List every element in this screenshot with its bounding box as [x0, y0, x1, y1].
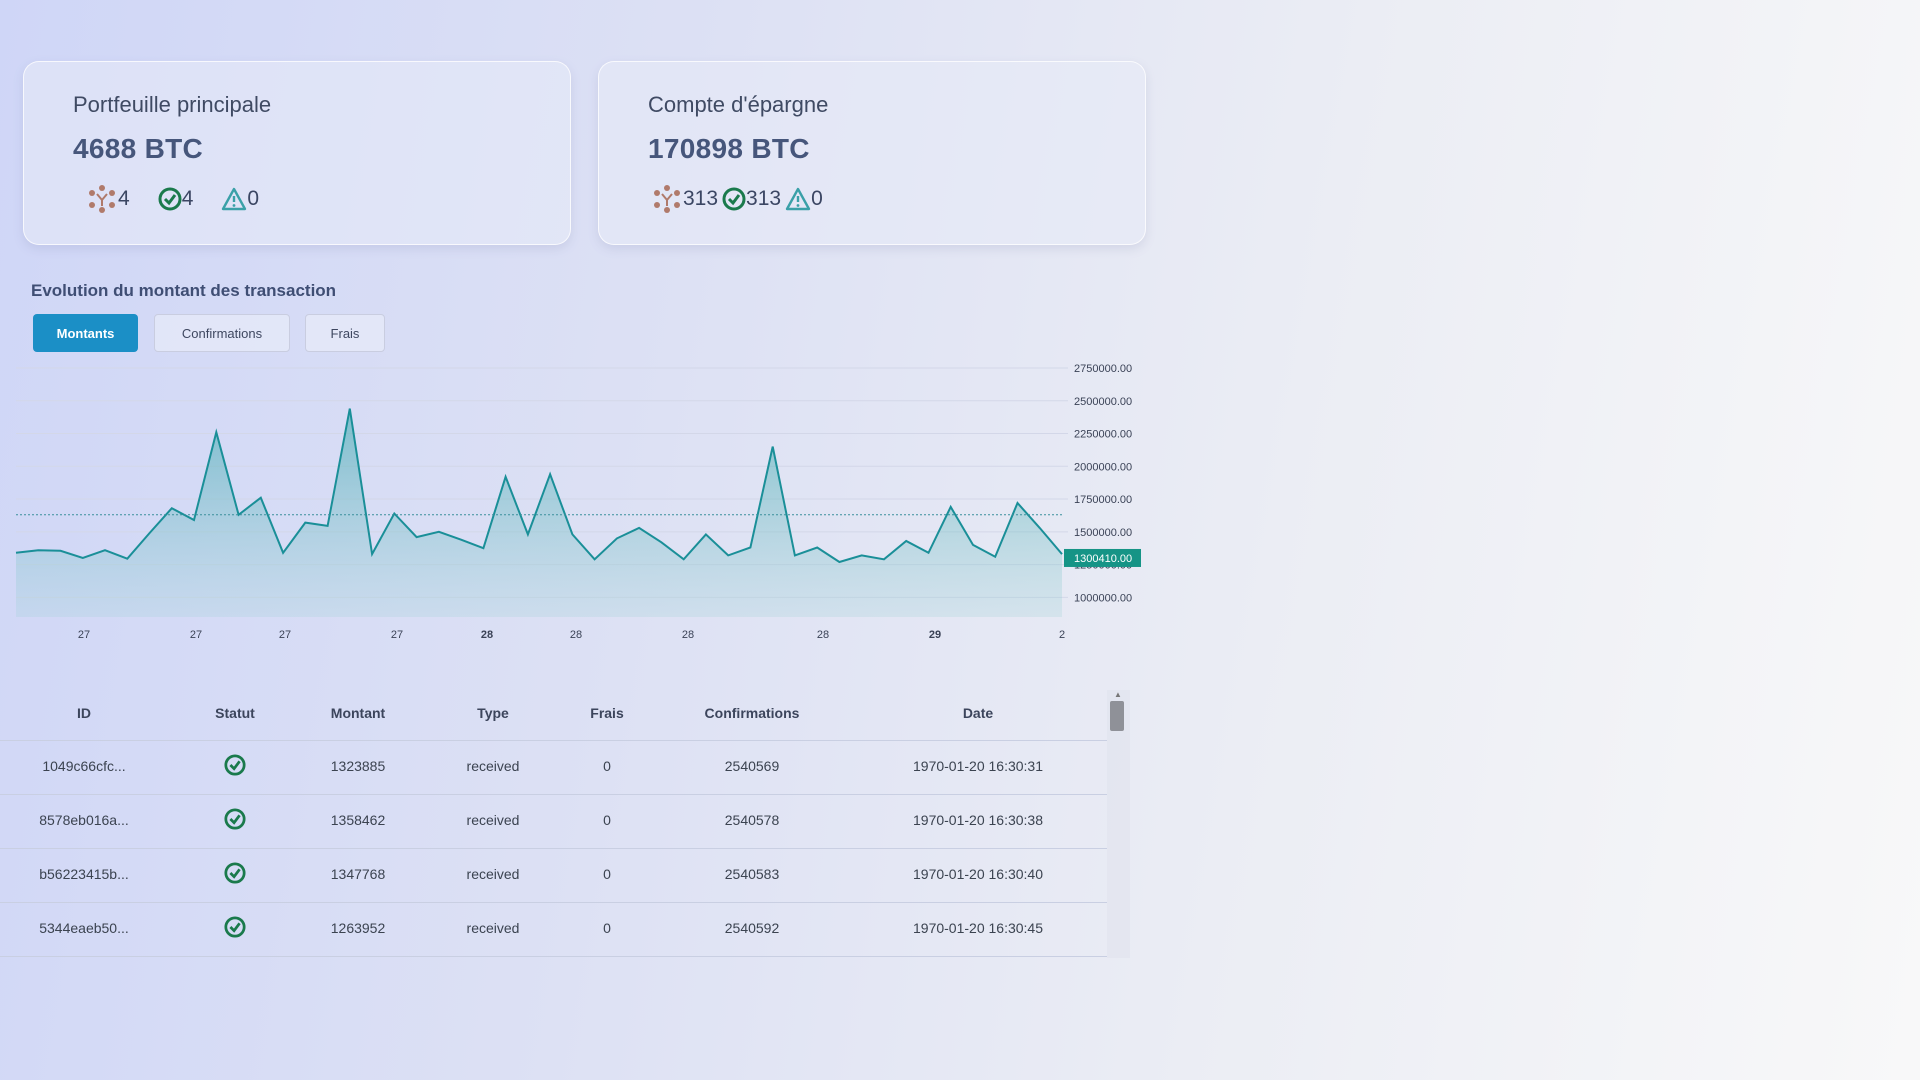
cell-id: 8578eb016a...: [39, 812, 129, 828]
stat-confirmed-count: 313: [746, 187, 782, 210]
cell-id: 5344eaeb50...: [39, 920, 129, 936]
cell-date: 1970-01-20 16:30:38: [913, 812, 1043, 828]
cell-montant: 1358462: [330, 812, 386, 828]
x-tick-label: 2: [1059, 629, 1065, 641]
status-check-icon: [224, 916, 246, 941]
cell-frais: 0: [603, 812, 611, 828]
stat-confirmed: 313: [722, 187, 781, 211]
status-check-icon: [224, 754, 246, 779]
table-row[interactable]: 1049c66cfc... 1323885 received 0 2540569…: [0, 740, 1107, 795]
warning-triangle-icon: [785, 187, 811, 211]
cell-confirmations: 2540578: [724, 812, 780, 828]
wallet-balance: 4688 BTC: [73, 133, 204, 164]
cell-date: 1970-01-20 16:30:31: [913, 758, 1043, 774]
y-tick-label: 2750000.00: [1074, 363, 1132, 375]
cell-montant: 1323885: [330, 758, 386, 774]
amount-chart[interactable]: 2750000.00 2500000.00 2250000.00 2000000.00…: [0, 360, 1160, 650]
cell-frais: 0: [603, 758, 611, 774]
col-frais[interactable]: Frais: [590, 705, 623, 721]
wallet-balance: 170898 BTC: [648, 133, 810, 164]
x-tick-label: 28: [682, 629, 694, 641]
stat-warnings: 0: [221, 187, 259, 211]
col-statut[interactable]: Statut: [215, 705, 255, 721]
stat-total-count: 313: [683, 187, 719, 210]
scroll-thumb[interactable]: [1110, 701, 1124, 731]
cell-date: 1970-01-20 16:30:40: [913, 866, 1043, 882]
cell-montant: 1347768: [330, 866, 386, 882]
wallet-stats: 4 4 0: [86, 184, 259, 214]
table-row[interactable]: 5344eaeb50... 1263952 received 0 2540592…: [0, 902, 1107, 957]
pending-dots-icon: [89, 185, 115, 213]
status-check-icon: [224, 862, 246, 887]
cell-id: b56223415b...: [39, 866, 129, 882]
wallet-title: Portfeuille principale: [73, 92, 272, 117]
wallet-card-savings[interactable]: Compte d'épargne 170898 BTC 313 313 0: [598, 61, 1146, 245]
cell-date: 1970-01-20 16:30:45: [913, 920, 1043, 936]
x-tick-label: 28: [570, 629, 582, 641]
col-confirmations[interactable]: Confirmations: [705, 705, 800, 721]
table-header: ID Statut Montant Type Frais Confirmatio…: [0, 690, 1107, 741]
stat-warnings: 0: [785, 187, 823, 211]
cell-id: 1049c66cfc...: [42, 758, 126, 774]
cell-frais: 0: [603, 866, 611, 882]
stat-total-count: 4: [118, 187, 130, 210]
y-tick-label: 2500000.00: [1074, 396, 1132, 408]
table-scrollbar[interactable]: ▲: [1107, 690, 1130, 958]
transactions-table: ID Statut Montant Type Frais Confirmatio…: [0, 690, 1130, 958]
tab-confirmations[interactable]: Confirmations: [154, 314, 290, 352]
cell-confirmations: 2540592: [724, 920, 780, 936]
stat-total: 4: [86, 184, 130, 214]
table-row[interactable]: 8578eb016a... 1358462 received 0 2540578…: [0, 794, 1107, 849]
y-tick-label: 2000000.00: [1074, 461, 1132, 473]
stat-confirmed: 4: [158, 187, 194, 211]
wallet-stats: 313 313 0: [651, 184, 823, 214]
stat-confirmed-count: 4: [181, 187, 194, 210]
wallet-title: Compte d'épargne: [648, 92, 829, 117]
y-tick-label: 1750000.00: [1074, 494, 1132, 506]
chart-section-title: Evolution du montant des transaction: [31, 281, 337, 300]
cell-frais: 0: [603, 920, 611, 936]
stat-warnings-count: 0: [811, 187, 823, 210]
cell-type: received: [466, 920, 520, 936]
scroll-up-arrow-icon[interactable]: ▲: [1114, 690, 1122, 699]
cell-confirmations: 2540583: [724, 866, 780, 882]
y-tick-label: 1000000.00: [1074, 592, 1132, 604]
warning-triangle-icon: [222, 187, 247, 211]
y-tick-label: 1500000.00: [1074, 527, 1132, 539]
x-tick-label: 27: [78, 629, 90, 641]
x-tick-label: 27: [391, 629, 403, 641]
col-montant[interactable]: Montant: [331, 705, 385, 721]
stat-warnings-count: 0: [247, 187, 260, 210]
cell-confirmations: 2540569: [724, 758, 780, 774]
amount-chart-svg: 2750000.00 2500000.00 2250000.00 2000000.00…: [15, 363, 1141, 641]
y-tick-label: 2250000.00: [1074, 429, 1132, 441]
tab-frais[interactable]: Frais: [305, 314, 385, 352]
cell-type: received: [466, 812, 520, 828]
check-circle-icon: [158, 187, 182, 211]
x-tick-label: 29: [929, 629, 941, 641]
table-row[interactable]: b56223415b... 1347768 received 0 2540583…: [0, 848, 1107, 903]
cell-montant: 1263952: [330, 920, 386, 936]
check-circle-icon: [722, 187, 746, 211]
wallet-card-main[interactable]: Portfeuille principale 4688 BTC 4 4 0: [23, 61, 571, 245]
chart-area: [16, 408, 1062, 617]
x-tick-label: 28: [817, 629, 829, 641]
x-tick-label: 28: [481, 629, 493, 641]
current-value-label: 1300410.00: [1074, 553, 1132, 565]
x-tick-label: 27: [279, 629, 291, 641]
col-type[interactable]: Type: [477, 705, 509, 721]
tab-montants[interactable]: Montants: [33, 314, 138, 352]
col-id[interactable]: ID: [77, 705, 91, 721]
col-date[interactable]: Date: [963, 705, 993, 721]
pending-dots-icon: [654, 185, 680, 213]
status-check-icon: [224, 808, 246, 833]
cell-type: received: [466, 866, 520, 882]
x-tick-label: 27: [190, 629, 202, 641]
stat-total: 313: [651, 184, 718, 214]
cell-type: received: [466, 758, 520, 774]
